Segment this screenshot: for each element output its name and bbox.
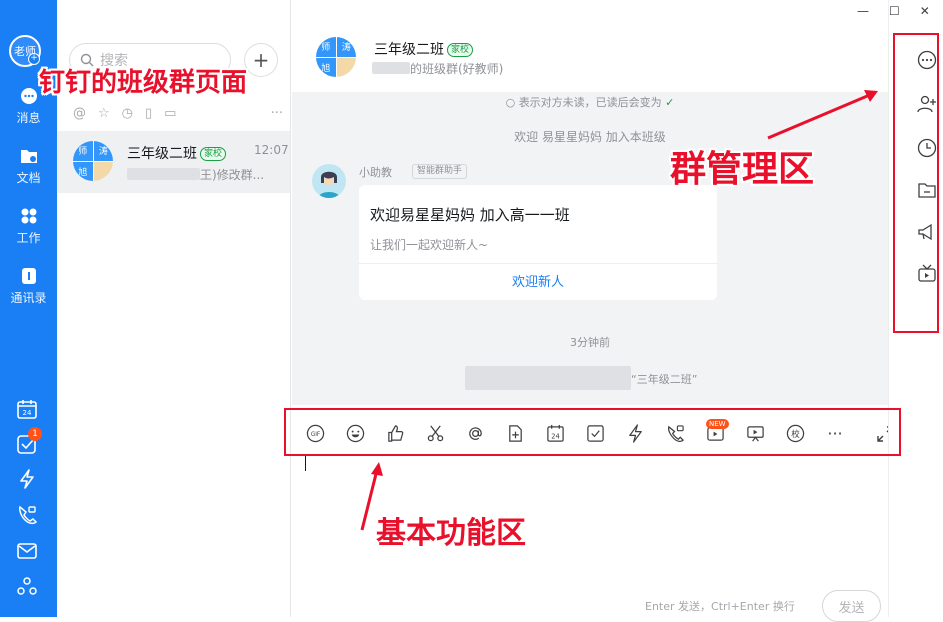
basic-function-annotation: 基本功能区 xyxy=(376,516,526,551)
contacts-book-icon xyxy=(21,268,36,284)
more-icon[interactable]: ··· xyxy=(271,106,283,121)
bot-tag: 智能群助手 xyxy=(412,164,468,179)
basic-function-highlight-box xyxy=(284,408,901,456)
chat-subtitle: 的班级群(好教师) xyxy=(372,60,503,77)
face-tile xyxy=(336,57,356,77)
redacted-text xyxy=(465,366,631,390)
list-item[interactable]: 师 涛 旭 三年级二班 家校 12:07 王)修改群... xyxy=(57,131,290,193)
group-management-highlight-box xyxy=(893,33,939,333)
group-management-annotation: 群管理区 xyxy=(670,149,815,190)
todo-count-badge: 1 xyxy=(28,427,42,441)
doc-filter-icon[interactable]: ▯ xyxy=(145,106,152,121)
document-folder-icon xyxy=(20,150,37,163)
chat-group-avatar[interactable]: 师 涛 旭 xyxy=(316,37,356,77)
phone-video-icon[interactable] xyxy=(16,504,38,526)
group-avatar: 师 涛 旭 xyxy=(73,141,113,181)
unread-circle-icon: ○ xyxy=(505,96,519,109)
filter-bar: @ ☆ ◷ ▯ ▭ ··· xyxy=(73,105,283,121)
mention-filter-icon[interactable]: @ xyxy=(73,106,86,121)
page-label-annotation: 钉钉的班级群页面 xyxy=(39,68,248,98)
school-tag: 家校 xyxy=(200,147,227,161)
redacted-text xyxy=(372,62,410,74)
nav-label-messages: 消息 xyxy=(16,111,41,125)
school-tag: 家校 xyxy=(447,43,474,57)
nav-item-work[interactable]: 工作 xyxy=(0,206,57,246)
divider xyxy=(359,263,717,264)
conversation-title: 三年级二班 家校 xyxy=(127,143,227,163)
chat-title[interactable]: 三年级二班 家校 xyxy=(374,39,474,59)
nav-item-docs[interactable]: 文档 xyxy=(0,146,57,186)
read-check-icon: ✓ xyxy=(661,96,675,109)
file-filter-icon[interactable]: ▭ xyxy=(164,106,176,121)
redacted-text xyxy=(127,168,200,180)
input-hint: Enter 发送，Ctrl+Enter 换行 xyxy=(645,600,795,613)
chat-bubble-icon xyxy=(20,88,37,104)
close-icon[interactable]: ✕ xyxy=(920,4,930,20)
nav-item-contacts[interactable]: 通讯录 xyxy=(0,266,57,306)
add-button[interactable]: + xyxy=(244,43,278,77)
welcome-newcomer-button[interactable]: 欢迎新人 xyxy=(359,271,717,290)
mail-icon[interactable] xyxy=(16,540,38,562)
time-separator: 3分钟前 xyxy=(570,336,610,349)
calendar-icon[interactable]: 24 xyxy=(16,398,38,420)
conversation-time: 12:07 xyxy=(254,143,289,157)
grid-apps-icon xyxy=(21,208,36,224)
card-title: 欢迎易星星妈妈 加入高一一班 xyxy=(370,206,570,224)
system-message: “三年级二班” xyxy=(465,366,697,390)
svg-text:24: 24 xyxy=(23,409,32,417)
message-area: ○ 表示对方未读，已读后会变为 ✓ 欢迎 易星星妈妈 加入本班级 小助教 智能群… xyxy=(292,92,897,497)
bot-avatar[interactable] xyxy=(312,164,346,198)
nav-label-work: 工作 xyxy=(16,231,41,245)
window-controls: — ☐ ✕ xyxy=(857,4,943,20)
send-button[interactable]: 发送 xyxy=(822,590,881,622)
maximize-icon[interactable]: ☐ xyxy=(889,4,900,20)
clock-filter-icon[interactable]: ◷ xyxy=(122,106,133,121)
star-filter-icon[interactable]: ☆ xyxy=(98,106,110,121)
message-input-caret[interactable] xyxy=(305,456,306,471)
welcome-card: 欢迎易星星妈妈 加入高一一班 让我们一起欢迎新人~ 欢迎新人 xyxy=(359,185,717,300)
more-apps-icon[interactable] xyxy=(16,576,38,598)
card-body: 让我们一起欢迎新人~ xyxy=(370,238,489,252)
conversation-preview: 王)修改群... xyxy=(127,166,287,183)
nav-label-contacts: 通讯录 xyxy=(10,291,47,305)
face-tile xyxy=(93,161,113,181)
read-receipt-note: ○ 表示对方未读，已读后会变为 ✓ xyxy=(505,96,675,109)
nav-label-docs: 文档 xyxy=(16,171,41,185)
minimize-icon[interactable]: — xyxy=(857,4,869,20)
chat-header: 师 涛 旭 三年级二班 家校 的班级群(好教师) xyxy=(292,0,888,92)
bot-name: 小助教 xyxy=(359,166,392,179)
flash-icon[interactable] xyxy=(16,468,38,490)
